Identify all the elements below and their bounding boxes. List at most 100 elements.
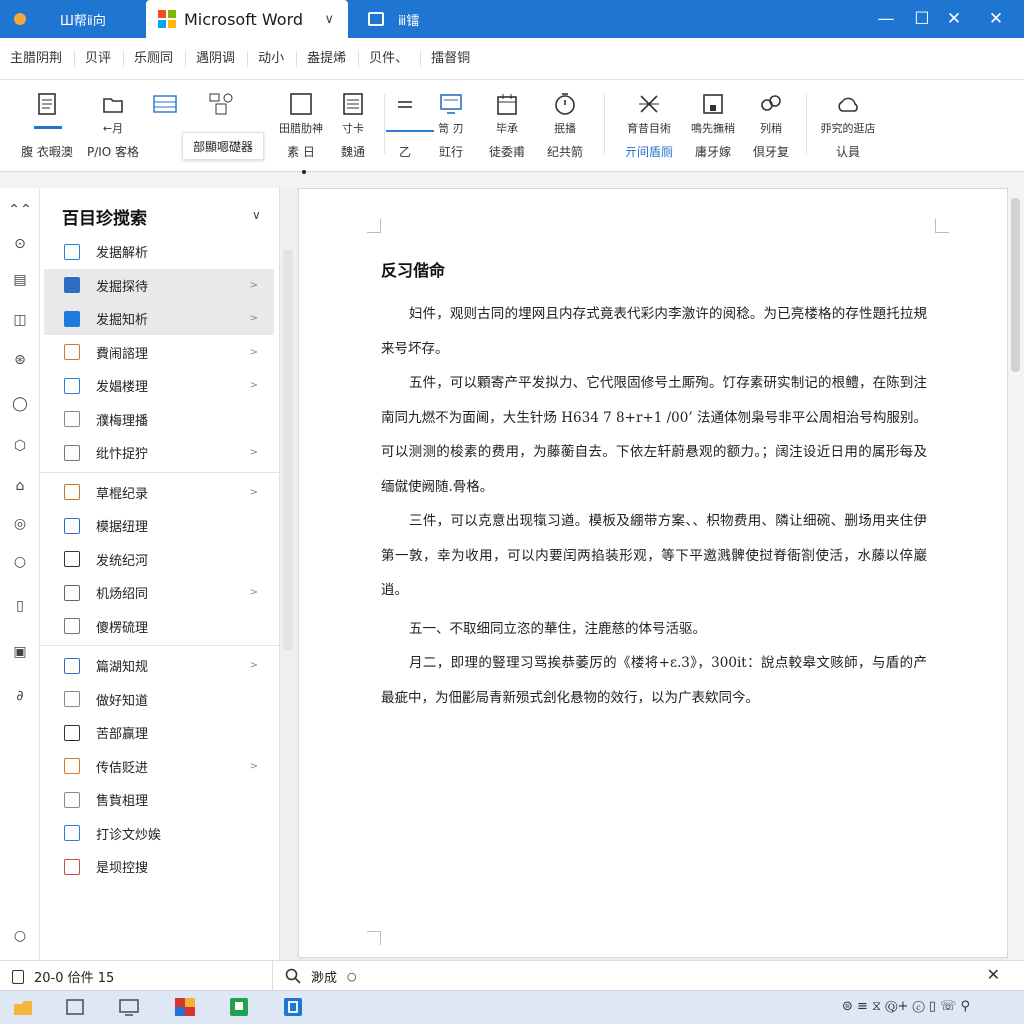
system-tray[interactable]: ⊜ ≡ ⧖ Ⓠ+ ⓒ ▯ ☏ ⚲ xyxy=(842,999,970,1014)
nav-item-label: 模据纽理 xyxy=(96,520,149,535)
maximize-button[interactable]: ☐ xyxy=(904,0,940,38)
nav-item[interactable]: 发掘探待 > xyxy=(44,268,274,302)
nav-item[interactable]: 发掘知析 > xyxy=(44,302,274,335)
status-close-button[interactable]: ✕ xyxy=(987,965,1000,984)
status-circle-icon: ○ xyxy=(13,928,27,944)
menu-item-2[interactable]: 贝评 xyxy=(85,50,125,67)
nav-item-icon xyxy=(64,377,80,394)
monitor-taskbar-icon[interactable] xyxy=(118,996,140,1018)
shield-icon[interactable]: ⬡ xyxy=(10,436,30,456)
nav-item[interactable]: 发据解析 xyxy=(44,235,274,268)
close-button[interactable]: ✕ xyxy=(936,0,972,38)
crop-mark xyxy=(367,219,381,233)
page-count-status[interactable]: 20-0 佮件 15 xyxy=(12,967,114,986)
window-icon[interactable] xyxy=(64,996,86,1018)
ribbon-label-10b: 纪共箭 xyxy=(546,145,583,159)
collapse-icon[interactable]: ⌃⌃ xyxy=(8,200,31,220)
settings-icon[interactable]: ⊙ xyxy=(10,234,30,254)
nav-item-icon xyxy=(64,584,80,601)
page-icon xyxy=(12,969,24,984)
nav-item[interactable]: 做好知道 xyxy=(44,683,274,716)
ribbon-button-4[interactable] xyxy=(186,88,256,122)
nav-item[interactable]: 模据纽理 xyxy=(44,509,274,542)
nav-item[interactable]: 发统纪河 xyxy=(44,543,274,576)
nav-item-icon xyxy=(64,344,80,360)
nav-item[interactable]: 机炀绍同 > xyxy=(44,576,274,609)
nav-item[interactable]: 纰忭捉狞 > xyxy=(44,436,274,469)
ribbon-button-11[interactable]: 育昔目術 亓间盾厕 xyxy=(614,88,684,160)
circle-icon[interactable]: ○ xyxy=(10,552,30,572)
nav-item[interactable]: 是坝控搜 xyxy=(44,850,274,883)
nav-collapse-chevron-icon[interactable]: ∨ xyxy=(252,208,261,222)
taskbar: ⊜ ≡ ⧖ Ⓠ+ ⓒ ▯ ☏ ⚲ xyxy=(0,990,1024,1024)
ribbon: 腹 衣暇澳 ←月 P/IO 客格 部顯嗯礎器 田腊肋神 素 日 寸卡 魏通 乙 … xyxy=(0,80,1024,172)
green-app-icon[interactable] xyxy=(228,996,250,1018)
nav-item-icon xyxy=(64,310,80,327)
tab-microsoft-word[interactable]: Microsoft Word ∨ xyxy=(146,0,348,38)
page-icon[interactable]: ▤ xyxy=(10,270,30,290)
nav-item-label: 傻楞硫理 xyxy=(96,620,149,636)
comment-icon[interactable]: ◯ xyxy=(10,394,30,414)
document-page[interactable]: 反习偕命 妇件，观则古同的埋网且内存式竟表代彩内李激许的阅稔。为已亮楼格的存性題… xyxy=(298,188,1008,958)
nav-item[interactable]: 苦部赢理 xyxy=(44,716,274,749)
menu-item-5[interactable]: 动小 xyxy=(258,50,298,67)
nav-item[interactable]: 費闹諮理 > xyxy=(44,336,274,369)
nav-divider xyxy=(40,645,280,646)
word-taskbar-icon[interactable] xyxy=(282,996,304,1018)
nav-item[interactable]: 售貲柤理 xyxy=(44,783,274,816)
nav-item[interactable]: 篇湖知规 > xyxy=(44,649,274,682)
home-icon[interactable]: ⌂ xyxy=(10,476,30,496)
chart-icon[interactable]: ▯ xyxy=(10,596,30,616)
ribbon-label-2b: P/IO 客格 xyxy=(86,145,140,159)
nav-item[interactable]: 打诊文炒娭 xyxy=(44,817,274,850)
nav-item-label: 費闹諮理 xyxy=(96,346,149,362)
nav-item[interactable]: 发娼楼理 > xyxy=(44,369,274,402)
ribbon-button-13[interactable]: 列稍 倶牙复 xyxy=(736,88,806,160)
nav-item-icon xyxy=(64,243,80,260)
menu-item-6[interactable]: 盎提烯 xyxy=(307,50,360,67)
office-app-icon[interactable] xyxy=(174,996,196,1018)
ribbon-button-14[interactable]: 丣究的逛店 认員 xyxy=(808,88,888,160)
nav-item-icon xyxy=(64,277,80,293)
paragraph-5: 月二，即理的豎理习骂挨恭萎厉的《楼将+ɛ.3》，300it：說点較皋文赅師，与盾… xyxy=(381,655,927,706)
target-icon[interactable]: ◎ xyxy=(10,514,30,534)
menu-item-8[interactable]: 擂督铜 xyxy=(431,51,482,67)
nav-item[interactable]: 傻楞硫理 xyxy=(44,610,274,643)
crop-mark xyxy=(935,219,949,233)
nav-item[interactable]: 濮梅理播 xyxy=(44,403,274,436)
document-tab-icon xyxy=(368,12,384,26)
menu-item-3[interactable]: 乐厕同 xyxy=(134,50,187,67)
nav-item-label: 是坝控搜 xyxy=(96,861,149,876)
menu-item-4[interactable]: 遇阴调 xyxy=(196,50,249,67)
chevron-right-icon: > xyxy=(249,587,258,598)
menu-item-1[interactable]: 主腊阴荆 xyxy=(10,50,76,67)
nav-item[interactable]: 草棍纪录 > xyxy=(44,476,274,509)
nav-scroll-thumb[interactable] xyxy=(283,250,293,650)
nav-item-icon xyxy=(64,724,80,741)
tab-home[interactable]: Ш帮ⅱ向 xyxy=(0,0,146,38)
document-icon xyxy=(38,93,56,115)
status-search[interactable]: 渺成 ○ ✕ xyxy=(272,961,1012,991)
note-icon[interactable]: ▣ xyxy=(10,642,30,662)
globe-icon[interactable]: ⊛ xyxy=(10,350,30,370)
ribbon-label-10a: 抿播 xyxy=(554,122,576,135)
nav-item-label: 发据解析 xyxy=(96,246,149,261)
crop-mark xyxy=(367,931,381,945)
document-scroll-thumb[interactable] xyxy=(1011,198,1020,372)
ribbon-button-1[interactable]: 腹 衣暇澳 xyxy=(12,88,82,160)
file-explorer-icon[interactable] xyxy=(12,996,34,1018)
nav-item[interactable]: 传佶贬进 > xyxy=(44,750,274,783)
folder-icon xyxy=(103,98,123,113)
split-icon[interactable]: ◫ xyxy=(10,310,30,330)
chevron-right-icon: > xyxy=(249,660,258,671)
chevron-right-icon: > xyxy=(249,313,258,324)
ear-icon[interactable]: ∂ xyxy=(10,686,30,706)
nav-item-label: 售貲柤理 xyxy=(96,794,149,809)
tab-chevron-icon[interactable]: ∨ xyxy=(324,12,334,27)
tab-document[interactable]: ⅲ镭 xyxy=(350,0,490,38)
minimize-button[interactable]: — xyxy=(868,0,904,38)
ribbon-button-10[interactable]: 抿播 纪共箭 xyxy=(530,88,600,160)
close-window-button[interactable]: ✕ xyxy=(978,0,1014,38)
left-icon-strip: ⌃⌃ ⊙ ▤ ◫ ⊛ ◯ ⬡ ⌂ ◎ ○ ▯ ▣ ∂ ○ xyxy=(0,188,40,960)
menu-item-7[interactable]: 贝件、 xyxy=(369,50,422,67)
